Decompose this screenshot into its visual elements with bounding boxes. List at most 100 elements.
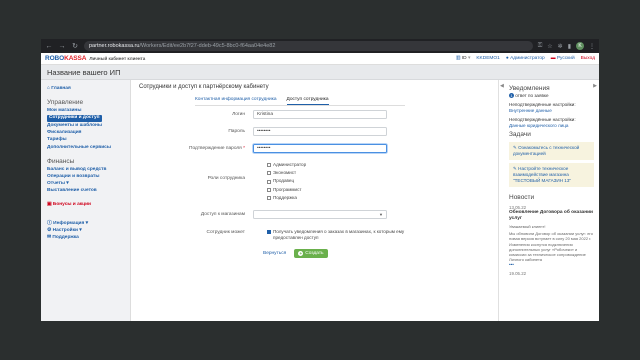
roles-row: Роли сотрудника	[131, 176, 253, 181]
page-title: Название вашего ИП	[41, 65, 599, 80]
confirm-password-input[interactable]: ••••••••	[253, 144, 387, 153]
robokassa-logo[interactable]: ROBOKASSA	[45, 55, 86, 62]
back-arrow-icon[interactable]: ←	[45, 43, 53, 50]
shop-icon: ▥	[455, 56, 461, 61]
gear-icon: ⚙	[47, 227, 52, 233]
browser-toolbar: ← → ↻ partner.robokassa.ru /Workers/Edit…	[41, 39, 599, 53]
menu-dots-icon[interactable]: ⋮	[589, 43, 595, 50]
extensions-icon[interactable]: ✲	[558, 43, 563, 50]
news-more[interactable]: •••	[509, 262, 594, 268]
task-item[interactable]: ✎ Настройте техническое взаимодействие м…	[509, 163, 594, 187]
sidebar-item-invoices[interactable]: Выставление счетов	[47, 187, 124, 194]
sidebar-item-bonus[interactable]: ▣ Бонусы и акции	[47, 201, 124, 208]
shops-label: Доступ к магазинам	[200, 212, 245, 217]
sidebar-item-services[interactable]: Дополнительные сервисы	[47, 144, 124, 151]
login-row: Логин Kristina	[131, 110, 387, 119]
back-link[interactable]: Вернуться	[263, 251, 286, 256]
collapse-left-icon[interactable]: ◀	[500, 83, 504, 89]
logout-link[interactable]: Выход	[581, 56, 595, 61]
sidebar-item-reports[interactable]: Отчеты ▾	[47, 180, 124, 187]
password-input[interactable]: ••••••••	[253, 127, 387, 136]
right-panel: ◀ ▶ Уведомления 1 ответ по заявке Неподт…	[498, 80, 599, 321]
sidebar-item-info[interactable]: ⓘ Информация ▾	[47, 220, 124, 227]
roles-checklist: Администратор Экономист Продавец Програм…	[267, 161, 306, 202]
language-selector[interactable]: ▬ Русский	[551, 56, 575, 61]
section-heading: Сотрудники и доступ к партнёрскому кабин…	[139, 84, 269, 90]
browser-window: ← → ↻ partner.robokassa.ru /Workers/Edit…	[41, 39, 599, 321]
flag-icon: ▬	[550, 56, 556, 61]
profile-avatar[interactable]: K	[576, 42, 584, 50]
tab-bar: Контактная информация сотрудника Доступ …	[195, 95, 405, 106]
news-title[interactable]: Обновление Договора об оказании услуг	[509, 210, 594, 222]
site-header: ROBOKASSA Личный кабинет клиента ▥ ID ▾ …	[41, 53, 599, 65]
login-input[interactable]: Kristina	[253, 110, 387, 119]
sidebar-item-fiscal[interactable]: Фискализация	[47, 129, 124, 136]
role-checkbox[interactable]: Поддержка	[267, 194, 306, 202]
url-host: partner.robokassa.ru	[89, 43, 140, 49]
employee-can-label: Сотрудник может	[206, 230, 245, 235]
info-icon: ⓘ	[47, 220, 52, 226]
notify-text: Получать уведомления о заказах в магазин…	[273, 229, 405, 240]
address-bar[interactable]: partner.robokassa.ru /Workers/Edit/ee2b7…	[84, 41, 533, 51]
id-value[interactable]: KKDEMO1	[476, 56, 499, 61]
home-icon: ⌂	[47, 86, 50, 91]
role-checkbox[interactable]: Программист	[267, 186, 306, 194]
confirm-row: Подтверждение пароля * ••••••••	[131, 144, 387, 153]
role-link[interactable]: ● Администратор	[506, 56, 545, 61]
support-icon: ✉	[47, 235, 52, 241]
task-item[interactable]: ✎ Ознакомьтесь с технической документаци…	[509, 142, 594, 160]
notification-2-link[interactable]: Данные юридического лица	[509, 123, 594, 129]
header-subtitle: Личный кабинет клиента	[89, 56, 146, 61]
login-label: Логин	[232, 112, 245, 117]
id-block: ▥ ID ▾	[455, 56, 471, 61]
sidebar-item-shops[interactable]: Мои магазины	[47, 107, 124, 114]
news-body: Мы обновили Договор об оказании услуг: е…	[509, 231, 594, 263]
sidebar: ⌂ Главная Управление Мои магазины Сотруд…	[41, 80, 131, 321]
create-button[interactable]: + Создать	[294, 249, 328, 258]
unread-badge: 1	[509, 93, 514, 98]
form-actions: Вернуться + Создать	[263, 249, 328, 258]
sidebar-item-operations[interactable]: Операции и возвраты	[47, 173, 124, 180]
sidebar-item-tariffs[interactable]: Тарифы	[47, 136, 124, 143]
password-row: Пароль ••••••••	[131, 127, 387, 136]
roles-label: Роли сотрудника	[207, 176, 245, 181]
plus-icon: +	[298, 251, 304, 256]
sidebar-item-staff[interactable]: Сотрудники и доступ	[47, 115, 102, 122]
collapse-right-icon[interactable]: ▶	[593, 83, 597, 89]
star-icon[interactable]: ☆	[547, 43, 552, 50]
sidebar-icon[interactable]: ▮	[568, 43, 571, 50]
tab-contact-info[interactable]: Контактная информация сотрудника	[195, 95, 277, 105]
pin-icon: ✎	[513, 145, 517, 150]
news-heading: Новости	[509, 194, 535, 201]
sidebar-item-home[interactable]: ⌂ Главная	[47, 85, 124, 92]
user-icon: ●	[505, 56, 509, 61]
pin-icon: ✎	[513, 166, 517, 171]
role-checkbox[interactable]: Экономист	[267, 169, 306, 177]
reload-icon[interactable]: ↻	[71, 43, 79, 50]
chevron-down-icon: ▼	[379, 212, 383, 217]
notify-checkbox[interactable]	[267, 230, 271, 234]
gift-icon: ▣	[47, 201, 52, 207]
shops-row: Доступ к магазинам ▼	[131, 210, 387, 219]
confirm-label: Подтверждение пароля *	[189, 146, 245, 151]
employee-can-row: Сотрудник может	[131, 230, 253, 235]
sidebar-item-documents[interactable]: Документы и шаблоны	[47, 122, 124, 129]
tab-access[interactable]: Доступ сотрудника	[286, 95, 329, 105]
news-greeting: Уважаемый клиент!	[509, 224, 546, 229]
notify-option[interactable]: Получать уведомления о заказах в магазин…	[267, 229, 407, 241]
url-path: /Workers/Edit/ee2b7f27-ddeb-49c5-8bc0-f6…	[139, 43, 276, 49]
key-icon[interactable]: ⚿	[538, 43, 543, 50]
password-label: Пароль	[228, 129, 245, 134]
sidebar-item-support[interactable]: ✉ Поддержка	[47, 234, 124, 241]
news-date-2: 19.05.22	[509, 271, 527, 277]
forward-arrow-icon[interactable]: →	[58, 43, 66, 50]
sidebar-item-balance[interactable]: Баланс и вывод средств	[47, 166, 124, 173]
main-content: Сотрудники и доступ к партнёрскому кабин…	[131, 80, 498, 321]
role-checkbox[interactable]: Администратор	[267, 161, 306, 169]
role-checkbox[interactable]: Продавец	[267, 177, 306, 185]
shops-select[interactable]: ▼	[253, 210, 387, 219]
tasks-heading: Задачи	[509, 131, 531, 138]
notifications-heading: Уведомления	[509, 85, 550, 92]
sidebar-item-settings[interactable]: ⚙ Настройки ▾	[47, 227, 124, 234]
sidebar-heading-management: Управление	[47, 99, 84, 107]
